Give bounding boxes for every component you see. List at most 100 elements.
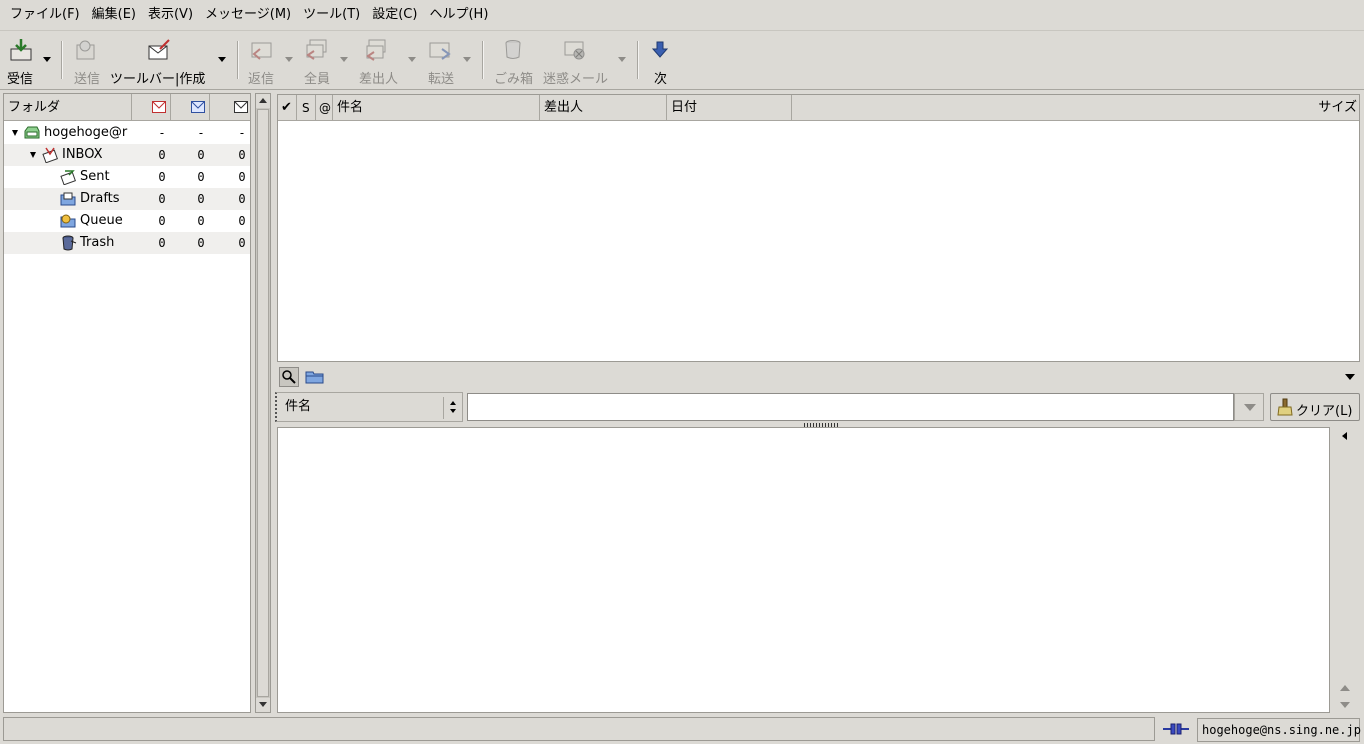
reply-sender-button[interactable]: 差出人 bbox=[356, 31, 400, 89]
reply-all-menu-arrow[interactable] bbox=[340, 57, 348, 62]
folder-row-account[interactable]: hogehoge@r - - - bbox=[4, 122, 250, 144]
receive-label: 受信 bbox=[7, 72, 34, 87]
folder-name: Drafts bbox=[80, 191, 120, 206]
compose-icon bbox=[148, 39, 170, 60]
send-button[interactable]: 送信 bbox=[70, 31, 104, 89]
total-count-column-header[interactable] bbox=[210, 94, 250, 121]
collapse-arrow-icon[interactable] bbox=[30, 152, 36, 158]
reply-all-label: 全員 bbox=[304, 72, 331, 87]
new-count: 0 bbox=[158, 192, 166, 206]
reply-button[interactable]: 返信 bbox=[246, 31, 280, 89]
folder-row-drafts[interactable]: Drafts 0 0 0 bbox=[4, 188, 250, 210]
forward-menu-arrow[interactable] bbox=[463, 57, 471, 62]
new-count: 0 bbox=[158, 236, 166, 250]
status-column-header[interactable]: S bbox=[297, 95, 316, 121]
menu-edit[interactable]: 編集(E) bbox=[86, 1, 142, 29]
toolbar-separator bbox=[61, 41, 63, 79]
subject-column-header[interactable]: 件名 bbox=[333, 95, 540, 121]
search-input[interactable] bbox=[467, 393, 1234, 421]
new-count-column-header[interactable] bbox=[132, 94, 171, 121]
folder-name: hogehoge@r bbox=[44, 125, 128, 140]
message-view-side-controls bbox=[1331, 427, 1360, 713]
scroll-down-button[interactable] bbox=[256, 698, 270, 712]
collapse-arrow-icon[interactable] bbox=[12, 130, 18, 136]
unread-count: 0 bbox=[197, 192, 205, 206]
from-column-header[interactable]: 差出人 bbox=[540, 95, 667, 121]
forward-icon bbox=[429, 42, 451, 60]
clear-button[interactable]: クリア(L) bbox=[1270, 393, 1360, 421]
compose-menu-arrow[interactable] bbox=[218, 57, 226, 62]
toolbar-separator bbox=[482, 41, 484, 79]
mark-column-header[interactable]: ✔ bbox=[278, 95, 297, 121]
collapse-left-icon[interactable] bbox=[1342, 432, 1347, 440]
date-column-header[interactable]: 日付 bbox=[667, 95, 792, 121]
send-label: 送信 bbox=[74, 72, 101, 87]
search-history-dropdown[interactable] bbox=[1234, 393, 1264, 421]
scroll-down-icon[interactable] bbox=[1340, 702, 1350, 708]
folder-name: Queue bbox=[80, 213, 123, 228]
scroll-up-icon[interactable] bbox=[1340, 685, 1350, 691]
unread-count: 0 bbox=[197, 236, 205, 250]
total-count: 0 bbox=[238, 236, 246, 250]
forward-button[interactable]: 転送 bbox=[424, 31, 458, 89]
search-toggle-button[interactable] bbox=[279, 367, 299, 387]
select-separator bbox=[443, 397, 444, 419]
folder-name: Trash bbox=[80, 235, 115, 250]
folder-column-header[interactable]: フォルダ bbox=[4, 94, 132, 121]
folder-row-inbox[interactable]: INBOX 0 0 0 bbox=[4, 144, 250, 166]
menu-message[interactable]: メッセージ(M) bbox=[199, 1, 297, 29]
reply-icon bbox=[251, 42, 272, 60]
menu-settings[interactable]: 設定(C) bbox=[366, 1, 423, 29]
search-type-select[interactable]: 件名 bbox=[275, 392, 463, 422]
receive-button[interactable]: 受信 bbox=[4, 31, 38, 89]
reply-all-icon bbox=[306, 39, 327, 60]
new-count: - bbox=[158, 126, 166, 140]
folder-row-queue[interactable]: Queue 0 0 0 bbox=[4, 210, 250, 232]
unread-count-column-header[interactable] bbox=[171, 94, 210, 121]
trash-icon bbox=[62, 235, 77, 251]
folder-tree[interactable]: フォルダ hogehoge@r - - - INBOX 0 0 0 Sent 0… bbox=[3, 93, 251, 713]
queue-icon bbox=[60, 214, 76, 228]
inbox-icon bbox=[42, 147, 58, 163]
message-list[interactable]: ✔ S @ 件名 差出人 日付 サイズ bbox=[277, 94, 1360, 362]
new-mail-icon bbox=[152, 101, 166, 113]
compose-button[interactable]: ツールバー|作成 bbox=[108, 31, 212, 89]
new-count: 0 bbox=[158, 170, 166, 184]
next-button[interactable]: 次 bbox=[646, 31, 674, 89]
folder-name: Sent bbox=[80, 169, 110, 184]
sent-icon bbox=[60, 170, 76, 185]
reply-sender-menu-arrow[interactable] bbox=[408, 57, 416, 62]
junk-menu-arrow[interactable] bbox=[618, 57, 626, 62]
unread-count: 0 bbox=[197, 170, 205, 184]
attachment-column-header[interactable]: @ bbox=[316, 95, 333, 121]
drafts-icon bbox=[60, 192, 76, 206]
online-status-icon[interactable] bbox=[1162, 721, 1190, 737]
scroll-up-button[interactable] bbox=[256, 94, 270, 108]
size-column-header[interactable]: サイズ bbox=[792, 95, 1359, 121]
account-status: hogehoge@ns.sing.ne.jp bbox=[1197, 718, 1361, 742]
menu-tools[interactable]: ツール(T) bbox=[297, 1, 366, 29]
reply-all-button[interactable]: 全員 bbox=[301, 31, 335, 89]
scroll-thumb[interactable] bbox=[257, 109, 269, 697]
menu-file[interactable]: ファイル(F) bbox=[4, 1, 86, 29]
next-label: 次 bbox=[654, 72, 668, 87]
mail-icon bbox=[234, 101, 248, 113]
reply-menu-arrow[interactable] bbox=[285, 57, 293, 62]
new-count: 0 bbox=[158, 214, 166, 228]
folder-icon[interactable] bbox=[305, 368, 325, 386]
folder-scrollbar[interactable] bbox=[255, 93, 271, 713]
menu-help[interactable]: ヘルプ(H) bbox=[423, 1, 494, 29]
search-options-arrow[interactable] bbox=[1345, 374, 1355, 380]
receive-menu-arrow[interactable] bbox=[43, 57, 51, 62]
total-count: 0 bbox=[238, 192, 246, 206]
folder-row-sent[interactable]: Sent 0 0 0 bbox=[4, 166, 250, 188]
unread-count: 0 bbox=[197, 148, 205, 162]
message-view[interactable] bbox=[277, 427, 1330, 713]
folder-row-trash[interactable]: Trash 0 0 0 bbox=[4, 232, 250, 254]
send-icon bbox=[76, 40, 95, 60]
junk-button[interactable]: 迷惑メール bbox=[541, 31, 613, 89]
reply-label: 返信 bbox=[248, 72, 275, 87]
menu-view[interactable]: 表示(V) bbox=[142, 1, 199, 29]
trash-can-icon bbox=[505, 40, 521, 59]
trash-button[interactable]: ごみ箱 bbox=[491, 31, 535, 89]
